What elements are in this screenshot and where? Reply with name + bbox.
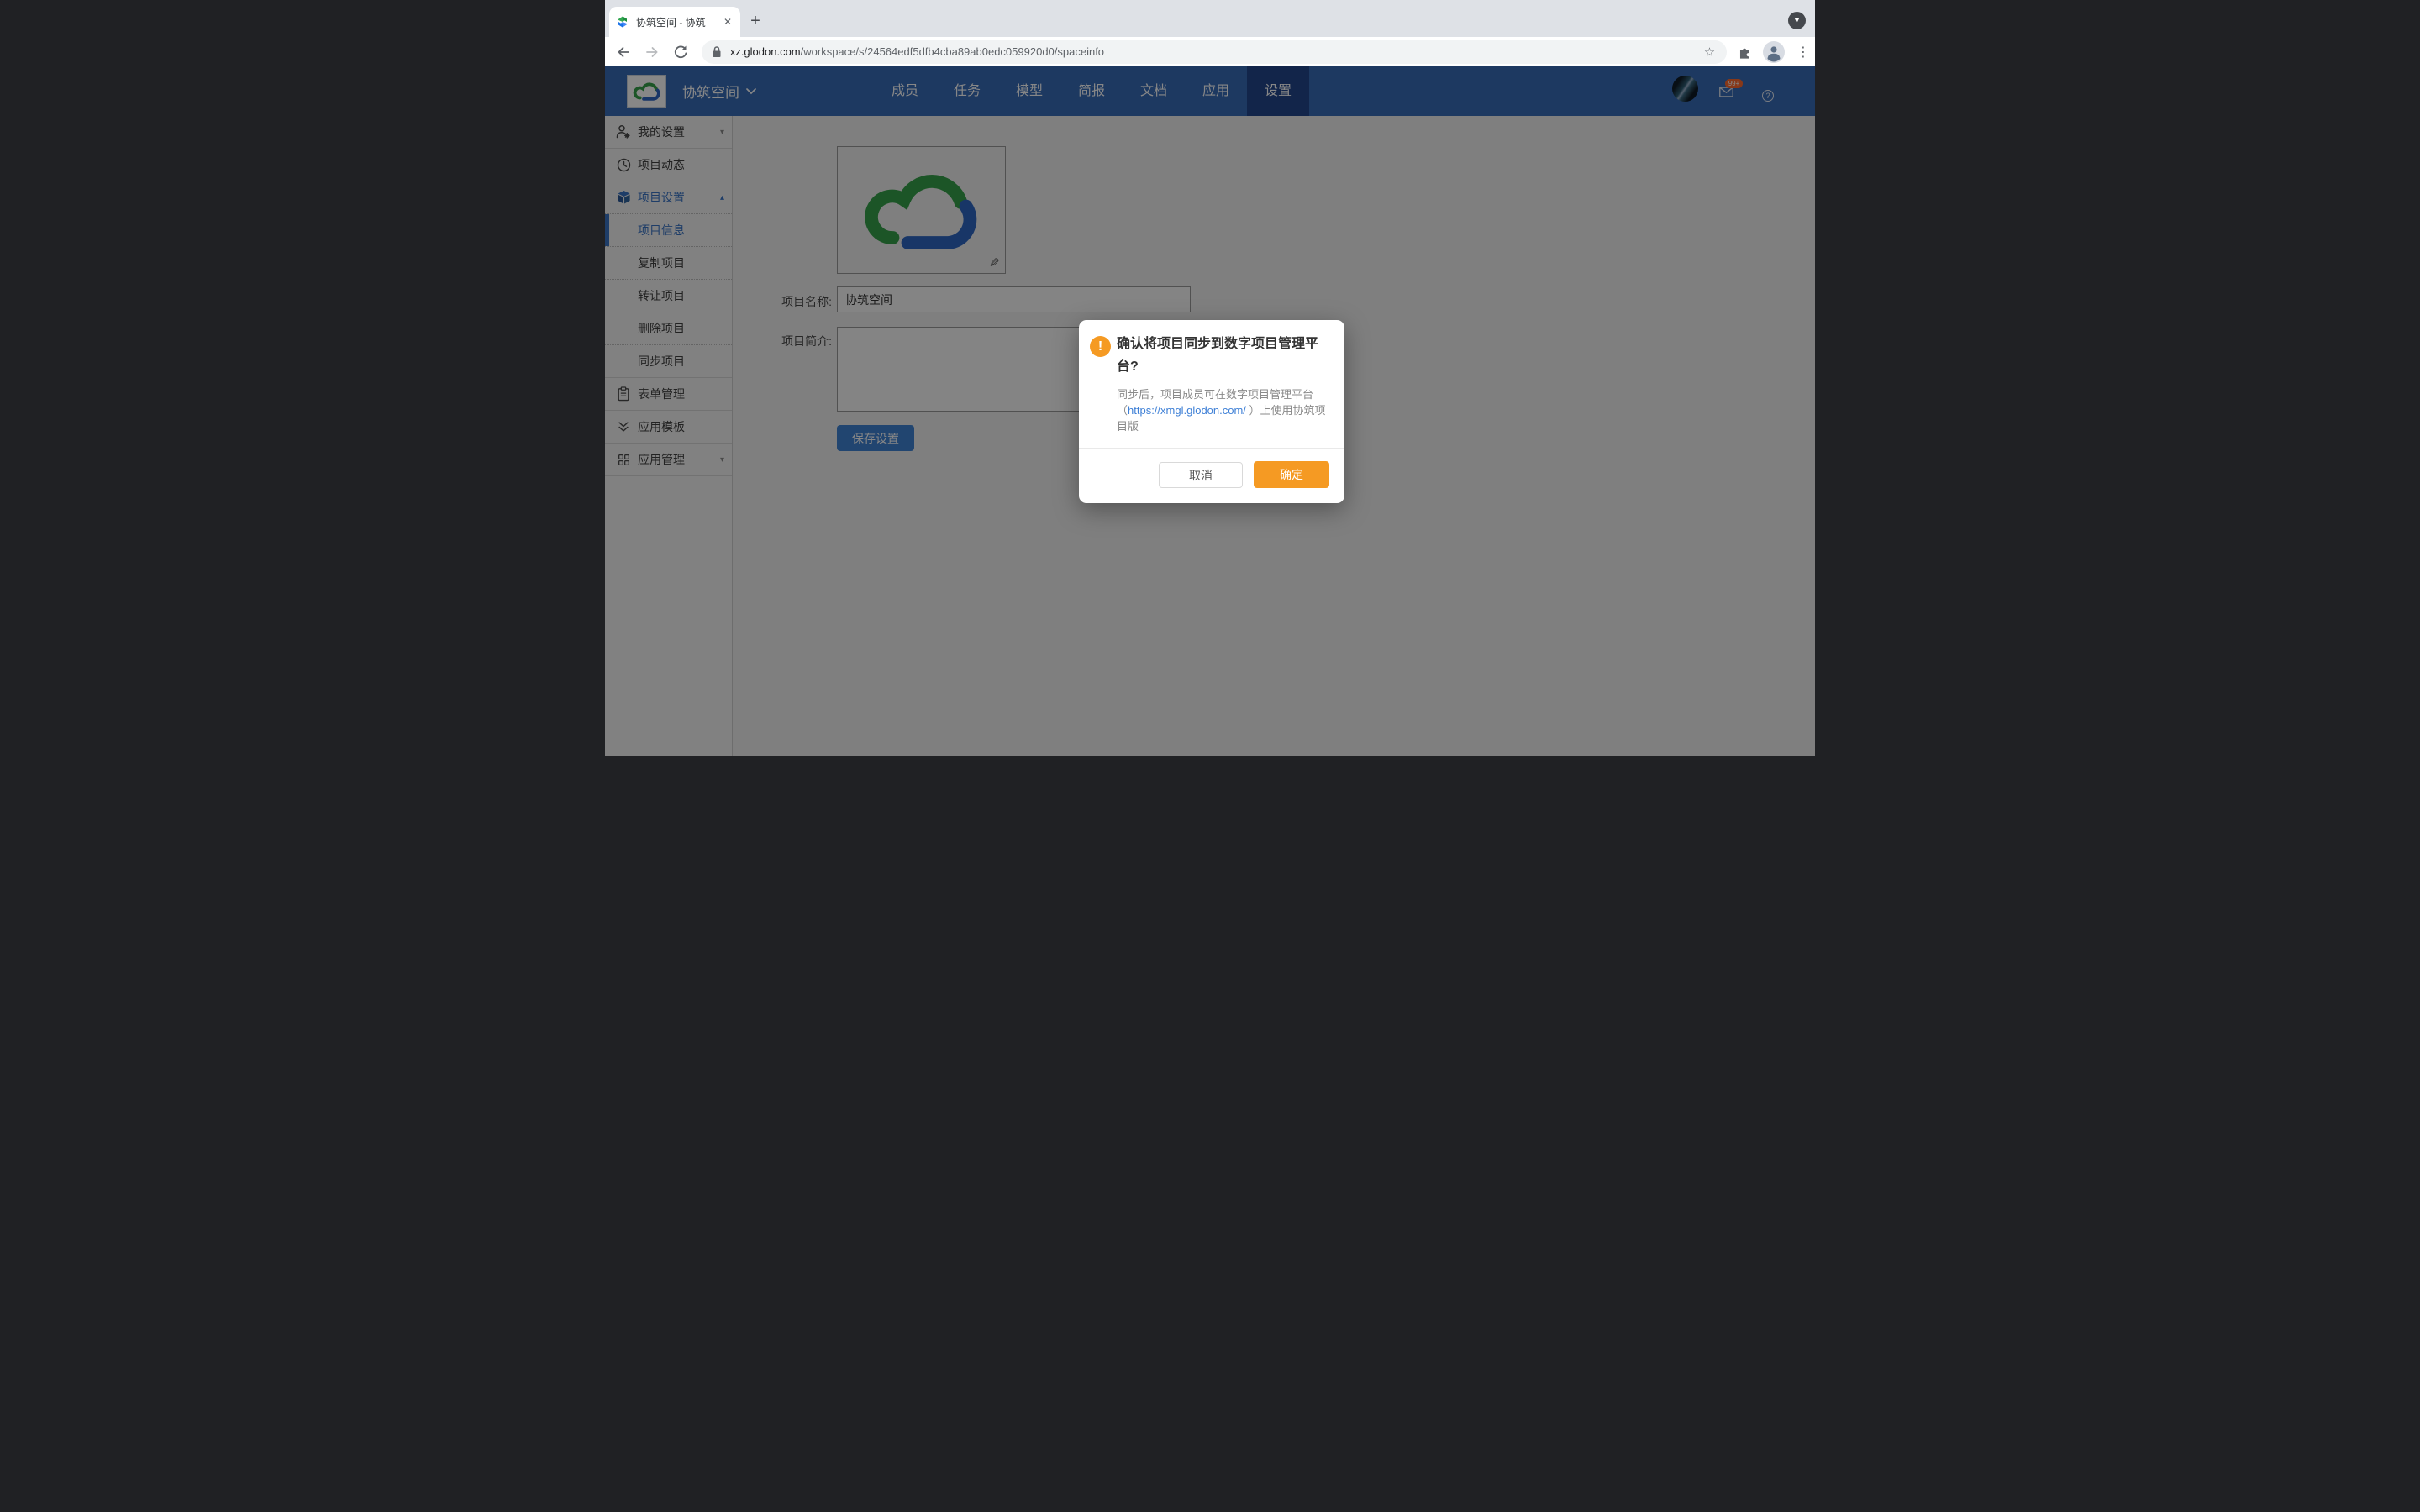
url-bar[interactable]: xz.glodon.com/workspace/s/24564edf5dfb4c… — [702, 40, 1727, 64]
dialog-footer: 取消 确定 — [1079, 448, 1344, 503]
browser-profile-avatar[interactable] — [1762, 40, 1786, 64]
favicon-icon — [616, 15, 629, 29]
browser-toolbar: xz.glodon.com/workspace/s/24564edf5dfb4c… — [605, 37, 1815, 66]
confirm-button[interactable]: 确定 — [1254, 461, 1329, 488]
dialog-body: 同步后，项目成员可在数字项目管理平台（https://xmgl.glodon.c… — [1117, 386, 1332, 434]
dialog-title: 确认将项目同步到数字项目管理平台? — [1117, 333, 1328, 378]
browser-tab[interactable]: 协筑空间 - 协筑 ✕ — [609, 7, 740, 37]
url-host: xz.glodon.com — [730, 45, 801, 58]
cancel-button[interactable]: 取消 — [1159, 462, 1243, 488]
close-tab-icon[interactable]: ✕ — [722, 16, 734, 28]
reload-button[interactable] — [670, 41, 692, 63]
screen: 协筑空间 - 协筑 ✕ + ▼ — [605, 0, 1815, 756]
bookmark-star-icon[interactable]: ☆ — [1702, 45, 1717, 60]
alert-icon: ! — [1090, 336, 1111, 357]
url-path: /workspace/s/24564edf5dfb4cba89ab0edc059… — [801, 45, 1104, 58]
browser-menu-icon[interactable]: ⋮ — [1791, 40, 1815, 64]
tab-title: 协筑空间 - 协筑 — [636, 15, 722, 29]
forward-button[interactable] — [641, 41, 663, 63]
xmgl-link[interactable]: https://xmgl.glodon.com/ — [1128, 404, 1246, 417]
lock-icon — [712, 45, 722, 58]
back-button[interactable] — [613, 41, 634, 63]
sync-confirm-dialog: ! 确认将项目同步到数字项目管理平台? 同步后，项目成员可在数字项目管理平台（h… — [1079, 320, 1344, 503]
web-page: 协筑空间 成员 任务 模型 简报 文档 应用 设置 99+ — [605, 66, 1815, 756]
url-text: xz.glodon.com/workspace/s/24564edf5dfb4c… — [730, 45, 1702, 58]
extensions-puzzle-icon[interactable] — [1733, 40, 1756, 64]
tab-strip: 协筑空间 - 协筑 ✕ + ▼ — [605, 0, 1815, 37]
new-tab-button[interactable]: + — [744, 10, 767, 34]
browser-update-icon[interactable]: ▼ — [1788, 12, 1806, 29]
